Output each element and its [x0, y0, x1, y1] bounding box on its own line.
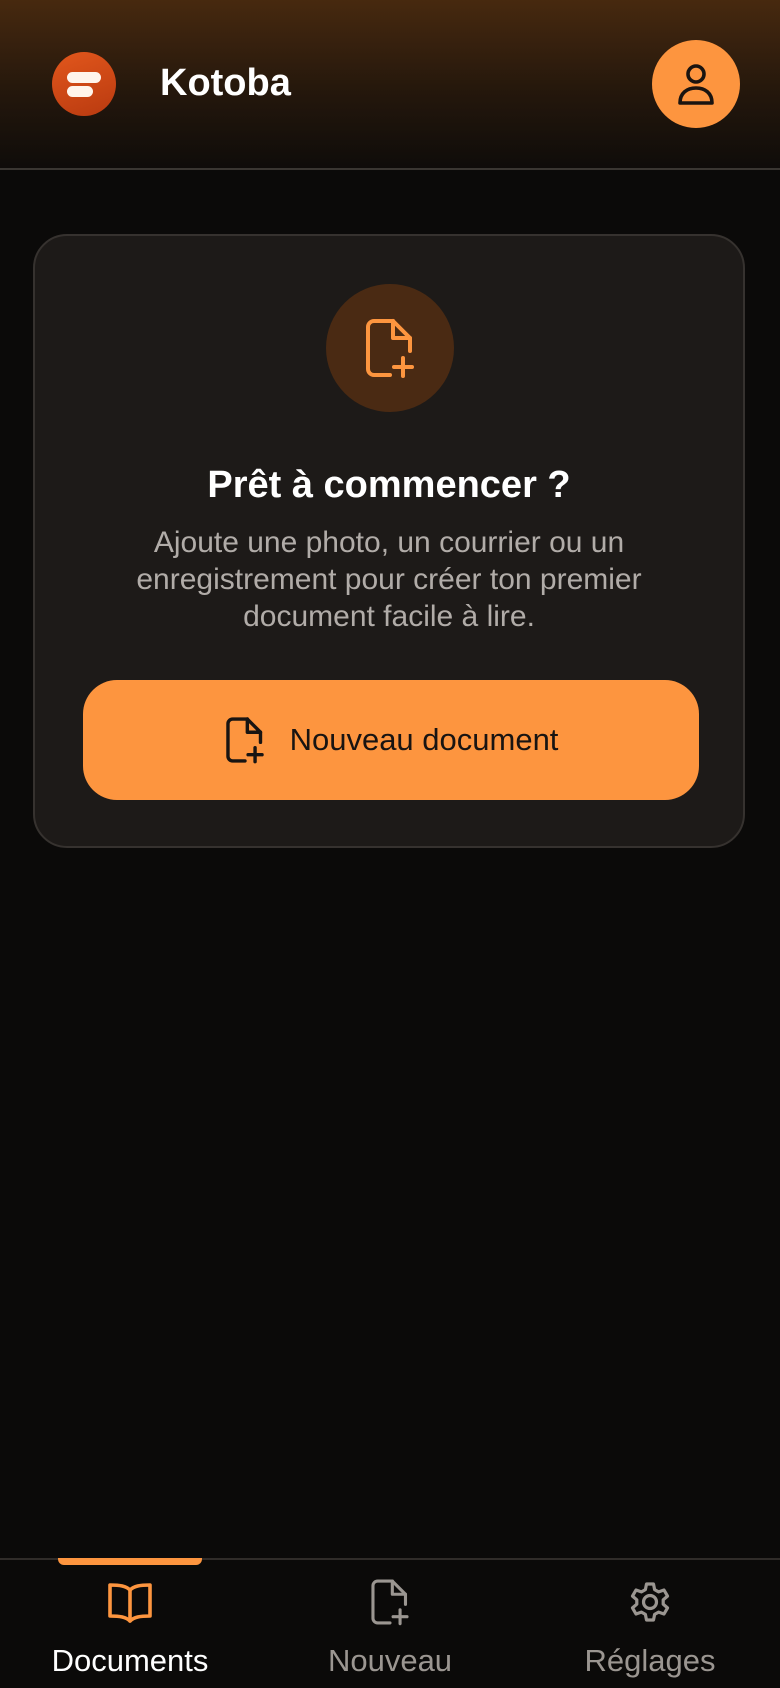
- empty-state-title: Prêt à commencer ?: [207, 464, 571, 506]
- user-icon: [678, 64, 714, 105]
- file-plus-icon: [371, 1579, 409, 1626]
- new-document-button-label: Nouveau document: [289, 722, 559, 757]
- kotoba-logo-icon: [52, 52, 116, 116]
- book-open-icon: [108, 1583, 152, 1623]
- logo-bar-bottom: [67, 86, 93, 97]
- gear-icon: [630, 1582, 670, 1622]
- nav-item-nouveau[interactable]: Nouveau: [260, 1560, 520, 1688]
- empty-state-description: Ajoute une photo, un courrier ou un enre…: [136, 526, 642, 633]
- nav-label-reglages: Réglages: [584, 1643, 716, 1678]
- nav-label-nouveau: Nouveau: [327, 1643, 453, 1678]
- bottom-nav: Documents Nouveau Réglages: [0, 1558, 780, 1688]
- file-plus-icon: [366, 319, 414, 378]
- empty-state-icon-badge: [326, 284, 454, 412]
- nav-item-documents[interactable]: Documents: [0, 1558, 260, 1688]
- logo-bar-top: [67, 72, 101, 83]
- app-screen: Kotoba Prêt à commencer ? Ajoute une pho…: [0, 0, 780, 1688]
- file-plus-icon: [224, 716, 266, 764]
- app-header: Kotoba: [0, 0, 780, 170]
- new-document-button[interactable]: Nouveau document: [83, 680, 699, 800]
- app-title: Kotoba: [160, 62, 291, 104]
- profile-button[interactable]: [652, 40, 740, 128]
- empty-state-card: Prêt à commencer ? Ajoute une photo, un …: [33, 234, 745, 848]
- active-tab-indicator: [58, 1558, 202, 1565]
- nav-label-documents: Documents: [51, 1643, 209, 1678]
- nav-item-reglages[interactable]: Réglages: [520, 1560, 780, 1688]
